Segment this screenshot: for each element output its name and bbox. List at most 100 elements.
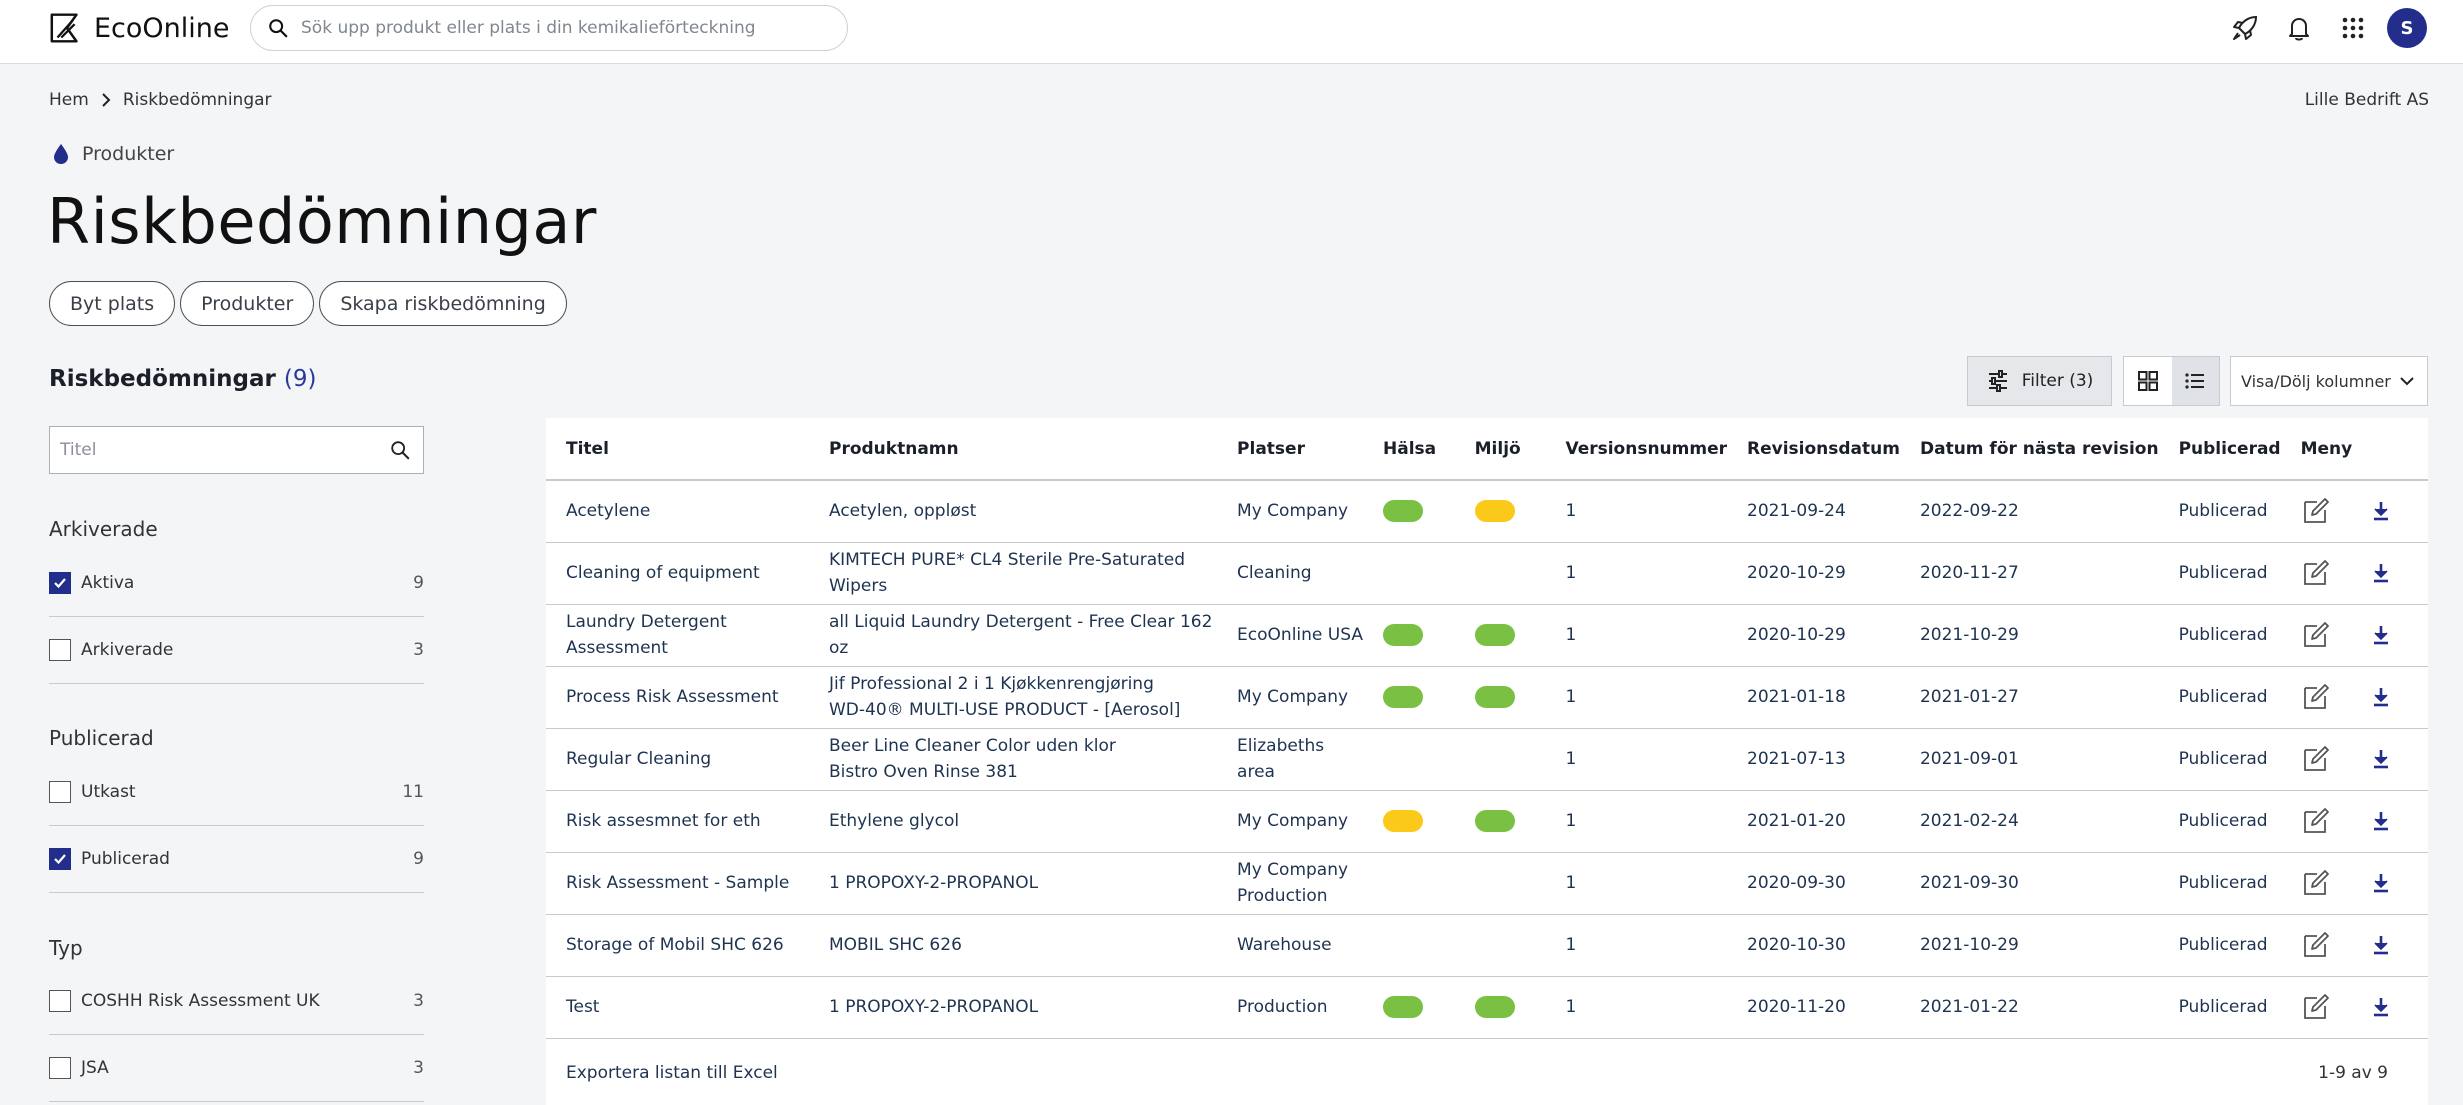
facet-label: COSHH Risk Assessment UK xyxy=(81,991,320,1011)
list-heading: Riskbedömningar (9) xyxy=(49,366,316,392)
export-excel-link[interactable]: Exportera listan till Excel xyxy=(566,1063,778,1083)
cell-title[interactable]: Cleaning of equipment xyxy=(546,542,809,605)
column-header-published[interactable]: Publicerad xyxy=(2158,418,2281,481)
cell-version: 1 xyxy=(1545,604,1728,667)
facet-item-archived[interactable]: Arkiverade 3 xyxy=(49,617,424,684)
download-icon[interactable] xyxy=(2371,563,2391,583)
facet-item-coshh[interactable]: COSHH Risk Assessment UK 3 xyxy=(49,968,424,1035)
table-row[interactable]: Risk assesmnet for eth Ethylene glycol My … xyxy=(546,790,2428,853)
facet-title-type: Typ xyxy=(49,936,83,960)
column-header-environment[interactable]: Miljö xyxy=(1454,418,1546,481)
table-row[interactable]: Laundry Detergent Assessment all Liquid L… xyxy=(546,604,2428,667)
pagination-info: 1-9 av 9 xyxy=(2318,1063,2388,1083)
cell-title[interactable]: Regular Cleaning xyxy=(546,728,809,791)
cell-health-indicator xyxy=(1383,624,1424,646)
facet-count: 9 xyxy=(413,849,424,869)
checkmark-icon xyxy=(54,854,66,865)
table-row[interactable]: Storage of Mobil SHC 626 MOBIL SHC 626 War… xyxy=(546,914,2428,977)
sliders-icon xyxy=(1988,370,2007,392)
cell-published: Publicerad xyxy=(2158,480,2281,543)
column-header-title[interactable]: Titel xyxy=(546,418,809,481)
cell-places: Elizabeths area xyxy=(1217,728,1364,791)
download-icon[interactable] xyxy=(2371,501,2391,521)
grid-view-button[interactable] xyxy=(2124,357,2172,405)
edit-icon[interactable] xyxy=(2301,622,2331,647)
edit-icon[interactable] xyxy=(2301,808,2331,833)
cell-title[interactable]: Storage of Mobil SHC 626 xyxy=(546,914,809,977)
edit-icon[interactable] xyxy=(2301,684,2331,709)
cell-title[interactable]: Risk Assessment - Sample xyxy=(546,852,809,915)
cell-product: 1 PROPOXY-2-PROPANOL xyxy=(808,852,1218,915)
checkbox-checked[interactable] xyxy=(49,848,71,870)
notifications-button[interactable] xyxy=(2279,8,2319,48)
table-body: Acetylene Acetylen, oppløst My Company 1 202… xyxy=(546,480,2428,1039)
facet-item-published[interactable]: Publicerad 9 xyxy=(49,826,424,893)
download-icon[interactable] xyxy=(2371,625,2391,645)
edit-icon[interactable] xyxy=(2301,498,2331,524)
cell-title[interactable]: Risk assesmnet for eth xyxy=(546,790,809,853)
filter-button[interactable]: Filter (3) xyxy=(1967,356,2112,406)
cell-places-line: Production xyxy=(1237,997,1328,1017)
edit-icon[interactable] xyxy=(2301,870,2331,895)
facet-item-jsa[interactable]: JSA 3 xyxy=(49,1035,424,1102)
edit-icon[interactable] xyxy=(2301,746,2331,771)
title-search-input[interactable] xyxy=(50,440,389,460)
checkbox[interactable] xyxy=(49,1057,71,1079)
column-header-health[interactable]: Hälsa xyxy=(1363,418,1455,481)
cell-product: MOBIL SHC 626 xyxy=(808,914,1218,977)
table-row[interactable]: Risk Assessment - Sample 1 PROPOXY-2-PROP… xyxy=(546,852,2428,915)
edit-icon[interactable] xyxy=(2301,994,2331,1019)
download-icon[interactable] xyxy=(2371,873,2391,893)
download-icon[interactable] xyxy=(2371,997,2391,1017)
cell-revision-date: 2021-01-18 xyxy=(1727,666,1900,729)
column-header-version[interactable]: Versionsnummer xyxy=(1545,418,1728,481)
facet-item-draft[interactable]: Utkast 11 xyxy=(49,759,424,826)
column-header-places[interactable]: Platser xyxy=(1217,418,1364,481)
cell-title[interactable]: Process Risk Assessment xyxy=(546,666,809,729)
table-row[interactable]: Test 1 PROPOXY-2-PROPANOL Production 1 2020-… xyxy=(546,976,2428,1039)
download-icon[interactable] xyxy=(2371,749,2391,769)
app-logo[interactable]: EcoOnline xyxy=(48,8,230,48)
columns-select[interactable]: Visa/Dölj kolumner xyxy=(2230,356,2428,406)
download-icon[interactable] xyxy=(2371,935,2391,955)
download-icon[interactable] xyxy=(2371,811,2391,831)
product-search[interactable] xyxy=(250,5,848,51)
cell-title[interactable]: Laundry Detergent Assessment xyxy=(546,604,809,667)
search-input[interactable] xyxy=(301,18,831,38)
apps-menu-button[interactable] xyxy=(2333,8,2373,48)
title-search-field[interactable] xyxy=(49,426,424,474)
cell-health xyxy=(1363,604,1455,667)
search-icon xyxy=(269,19,288,38)
breadcrumb-home[interactable]: Hem xyxy=(49,90,89,110)
cell-title[interactable]: Test xyxy=(546,976,809,1039)
checkbox[interactable] xyxy=(49,781,71,803)
checkbox-checked[interactable] xyxy=(49,572,71,594)
edit-icon[interactable] xyxy=(2301,560,2331,585)
cell-next-revision: 2021-02-24 xyxy=(1899,790,2159,853)
facet-item-active[interactable]: Aktiva 9 xyxy=(49,550,424,617)
column-header-product[interactable]: Produktnamn xyxy=(808,418,1218,481)
column-header-next-revision[interactable]: Datum för nästa revision xyxy=(1899,418,2159,481)
create-risk-assessment-button[interactable]: Skapa riskbedömning xyxy=(319,281,567,326)
column-header-revision-date[interactable]: Revisionsdatum xyxy=(1727,418,1900,481)
table-row[interactable]: Cleaning of equipment KIMTECH PURE* CL4 S… xyxy=(546,542,2428,605)
edit-icon[interactable] xyxy=(2301,932,2331,957)
facet-label: Aktiva xyxy=(81,573,135,593)
cell-places-line: EcoOnline USA xyxy=(1237,625,1363,645)
checkbox[interactable] xyxy=(49,990,71,1012)
risk-assessment-table-card: Titel Produktnamn Platser Hälsa Miljö Ve… xyxy=(546,418,2428,1105)
breadcrumb-current: Riskbedömningar xyxy=(122,90,272,110)
change-location-button[interactable]: Byt plats xyxy=(49,281,176,326)
table-row[interactable]: Process Risk Assessment Jif Professional … xyxy=(546,666,2428,729)
checkbox[interactable] xyxy=(49,639,71,661)
list-view-button[interactable] xyxy=(2171,357,2219,405)
table-row[interactable]: Acetylene Acetylen, oppløst My Company 1 202… xyxy=(546,480,2428,543)
user-avatar[interactable]: S xyxy=(2387,8,2427,48)
cell-places-line: Production xyxy=(1237,886,1328,906)
download-icon[interactable] xyxy=(2371,687,2391,707)
products-button[interactable]: Produkter xyxy=(180,281,315,326)
whats-new-button[interactable] xyxy=(2225,8,2265,48)
cell-title[interactable]: Acetylene xyxy=(546,480,809,543)
table-row[interactable]: Regular Cleaning Beer Line Cleaner Color … xyxy=(546,728,2428,791)
cell-product: Beer Line Cleaner Color uden klor Bistro … xyxy=(808,728,1218,791)
